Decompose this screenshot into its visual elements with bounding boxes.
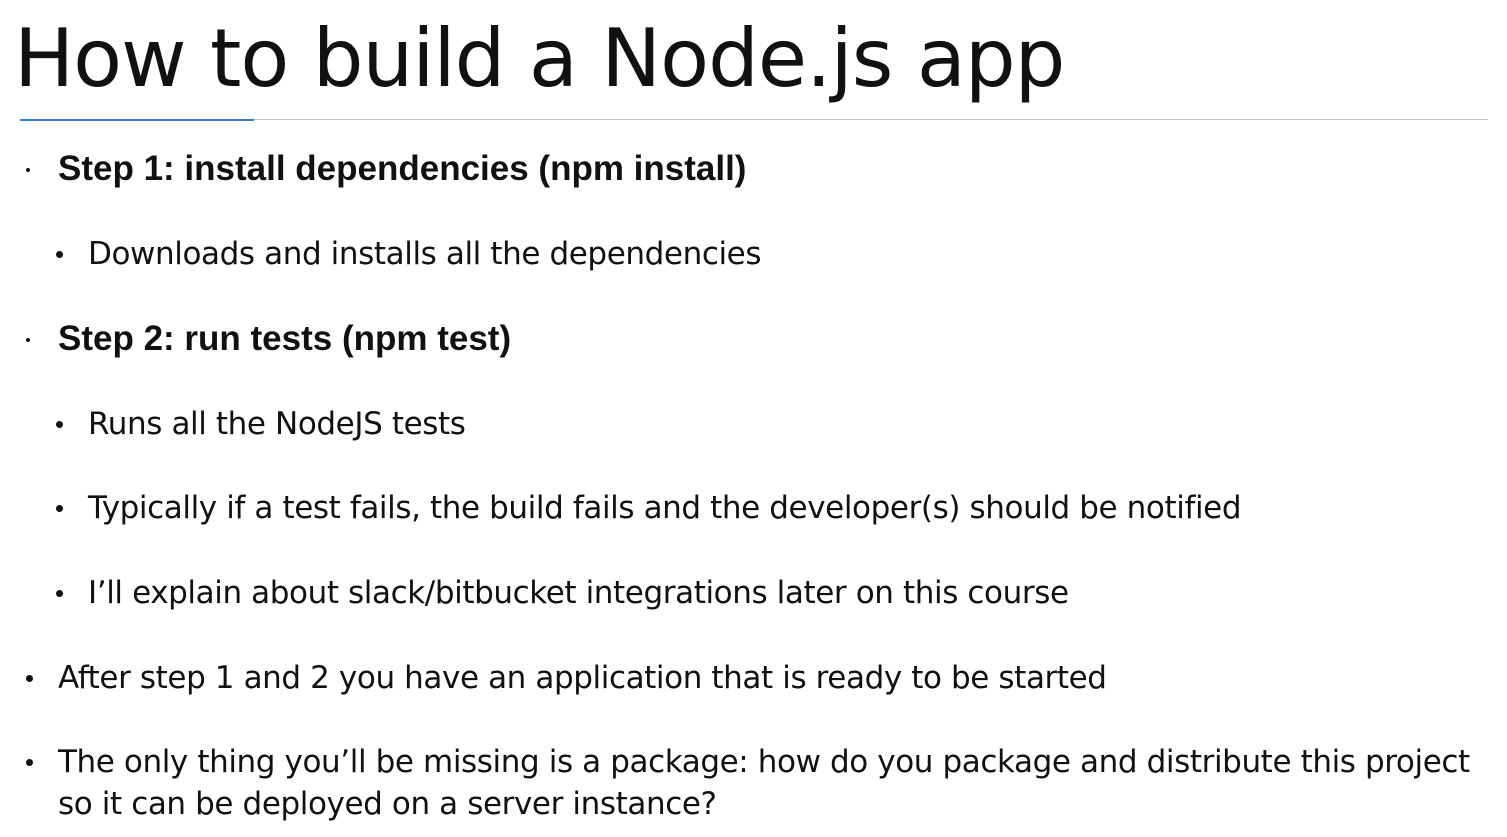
bullet-text: After step 1 and 2 you have an applicati… bbox=[58, 660, 1107, 696]
bullet-text: I’ll explain about slack/bitbucket integ… bbox=[88, 575, 1069, 611]
bullet-dot-icon bbox=[56, 421, 63, 428]
bullet-dot-icon bbox=[56, 505, 63, 512]
bullet-text: Runs all the NodeJS tests bbox=[88, 406, 466, 442]
bullet-dot-icon bbox=[56, 251, 63, 258]
bullet-item: Typically if a test fails, the build fai… bbox=[56, 487, 1242, 529]
bullet-text: Step 1: install dependencies (npm instal… bbox=[58, 149, 747, 188]
bullet-dot-icon bbox=[26, 759, 33, 766]
bullet-item: Runs all the NodeJS tests bbox=[56, 403, 466, 445]
bullet-item: After step 1 and 2 you have an applicati… bbox=[26, 657, 1107, 699]
bullet-text: Step 2: run tests (npm test) bbox=[58, 319, 512, 358]
bullet-dot-icon bbox=[56, 590, 63, 597]
bullet-dot-icon bbox=[26, 338, 30, 342]
slide: How to build a Node.js app Step 1: insta… bbox=[0, 0, 1507, 837]
bullet-item: Step 2: run tests (npm test) bbox=[26, 318, 512, 360]
bullet-list: Step 1: install dependencies (npm instal… bbox=[0, 0, 1507, 837]
bullet-dot-icon bbox=[26, 168, 30, 172]
bullet-text: The only thing you’ll be missing is a pa… bbox=[58, 744, 1470, 822]
bullet-text: Downloads and installs all the dependenc… bbox=[88, 236, 762, 272]
bullet-item: The only thing you’ll be missing is a pa… bbox=[26, 741, 1478, 825]
bullet-item: I’ll explain about slack/bitbucket integ… bbox=[56, 572, 1069, 614]
bullet-item: Downloads and installs all the dependenc… bbox=[56, 233, 762, 275]
bullet-item: Step 1: install dependencies (npm instal… bbox=[26, 148, 747, 190]
bullet-dot-icon bbox=[26, 675, 33, 682]
bullet-text: Typically if a test fails, the build fai… bbox=[88, 490, 1242, 526]
